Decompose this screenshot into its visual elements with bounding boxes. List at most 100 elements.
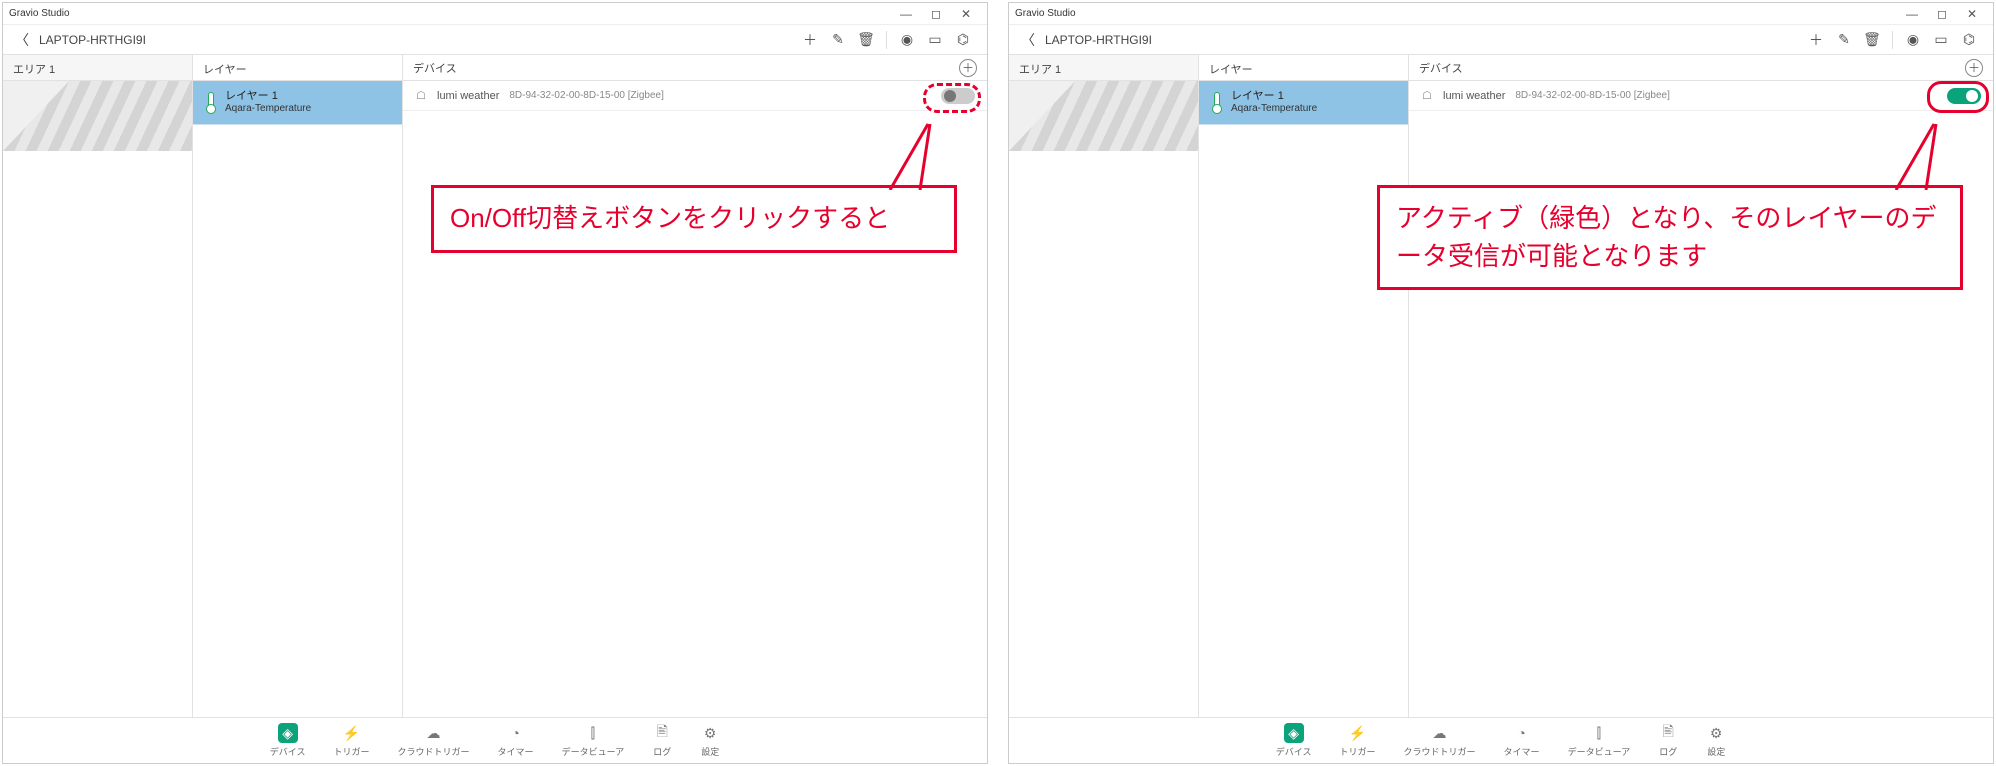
device-nav-icon: ◈: [1284, 723, 1304, 743]
antenna-icon: ☖: [1421, 89, 1433, 102]
edit-icon[interactable]: ✎: [824, 31, 852, 48]
cloud-trigger-nav-icon: ☁: [424, 723, 444, 743]
layer-name: レイヤー 1: [225, 90, 311, 103]
nav-log[interactable]: 🖹ログ: [1658, 723, 1678, 758]
layer-item[interactable]: レイヤー 1 Aqara-Temperature: [193, 81, 402, 125]
annotation-callout-right: アクティブ（緑色）となり、そのレイヤーのデータ受信が可能となります: [1377, 185, 1963, 290]
layer-name: レイヤー 1: [1231, 90, 1317, 103]
device-toggle-on[interactable]: [1947, 88, 1981, 104]
device-row[interactable]: ☖ lumi weather 8D-94-32-02-00-8D-15-00 […: [403, 81, 987, 111]
window-left: Gravio Studio — ◻ ✕ 〈 LAPTOP-HRTHGI9I ＋ …: [2, 2, 988, 764]
nav-device[interactable]: ◈デバイス: [270, 723, 306, 758]
card-icon[interactable]: ▭: [921, 31, 949, 48]
thermometer-icon: [1209, 92, 1223, 114]
nav-timer[interactable]: ◔タイマー: [498, 723, 534, 758]
device-nav-icon: ◈: [278, 723, 298, 743]
area-thumbnail[interactable]: [3, 81, 192, 151]
add-device-icon[interactable]: ＋: [959, 59, 977, 77]
cloud-trigger-nav-icon: ☁: [1430, 723, 1450, 743]
nav-log[interactable]: 🖹ログ: [652, 723, 672, 758]
host-name: LAPTOP-HRTHGI9I: [1045, 33, 1152, 47]
device-mac: 8D-94-32-02-00-8D-15-00 [Zigbee]: [509, 90, 664, 101]
layer-header: レイヤー: [193, 55, 402, 81]
add-icon[interactable]: ＋: [796, 30, 824, 50]
annotation-callout-left: On/Off切替えボタンをクリックすると: [431, 185, 957, 253]
device-mac: 8D-94-32-02-00-8D-15-00 [Zigbee]: [1515, 90, 1670, 101]
trigger-nav-icon: ⚡: [1348, 723, 1368, 743]
device-row[interactable]: ☖ lumi weather 8D-94-32-02-00-8D-15-00 […: [1409, 81, 1993, 111]
nav-trigger[interactable]: ⚡トリガー: [334, 723, 370, 758]
nav-settings[interactable]: ⚙設定: [1706, 723, 1726, 758]
titlebar: Gravio Studio — ◻ ✕: [3, 3, 987, 25]
nav-data-viewer[interactable]: ⫿データビューア: [562, 723, 625, 758]
maximize-button[interactable]: ◻: [1927, 7, 1957, 21]
device-toggle-off[interactable]: [941, 88, 975, 104]
add-device-icon[interactable]: ＋: [1965, 59, 1983, 77]
antenna-icon: ☖: [415, 89, 427, 102]
device-name: lumi weather: [1443, 90, 1505, 102]
log-nav-icon: 🖹: [1658, 723, 1678, 743]
area-header[interactable]: エリア 1: [1009, 55, 1198, 81]
nav-trigger[interactable]: ⚡トリガー: [1340, 723, 1376, 758]
area-column: エリア 1: [3, 55, 193, 717]
toolbar: 〈 LAPTOP-HRTHGI9I ＋ ✎ 🗑 ◉ ▭ ⌬: [1009, 25, 1993, 55]
thermometer-icon: [203, 92, 217, 114]
layer-type: Aqara-Temperature: [1231, 103, 1317, 115]
device-column: デバイス ＋ ☖ lumi weather 8D-94-32-02-00-8D-…: [1409, 55, 1993, 717]
layer-item[interactable]: レイヤー 1 Aqara-Temperature: [1199, 81, 1408, 125]
nav-settings[interactable]: ⚙設定: [700, 723, 720, 758]
app-title: Gravio Studio: [1015, 8, 1076, 19]
device-name: lumi weather: [437, 90, 499, 102]
trigger-nav-icon: ⚡: [342, 723, 362, 743]
camera-icon[interactable]: ◉: [893, 31, 921, 48]
area-column: エリア 1: [1009, 55, 1199, 717]
area-thumbnail[interactable]: [1009, 81, 1198, 151]
minimize-button[interactable]: —: [1897, 7, 1927, 21]
add-icon[interactable]: ＋: [1802, 30, 1830, 50]
nav-device[interactable]: ◈デバイス: [1276, 723, 1312, 758]
timer-nav-icon: ◔: [1512, 723, 1532, 743]
layer-header: レイヤー: [1199, 55, 1408, 81]
maximize-button[interactable]: ◻: [921, 7, 951, 21]
nav-cloud-trigger[interactable]: ☁クラウドトリガー: [398, 723, 470, 758]
minimize-button[interactable]: —: [891, 7, 921, 21]
layer-column: レイヤー レイヤー 1 Aqara-Temperature: [193, 55, 403, 717]
bluetooth-icon[interactable]: ⌬: [949, 31, 977, 48]
back-icon[interactable]: 〈: [1019, 30, 1037, 50]
timer-nav-icon: ◔: [506, 723, 526, 743]
camera-icon[interactable]: ◉: [1899, 31, 1927, 48]
close-button[interactable]: ✕: [951, 7, 981, 21]
host-name: LAPTOP-HRTHGI9I: [39, 33, 146, 47]
device-header: デバイス: [1419, 60, 1463, 76]
delete-icon[interactable]: 🗑: [1858, 31, 1886, 48]
titlebar: Gravio Studio — ◻ ✕: [1009, 3, 1993, 25]
card-icon[interactable]: ▭: [1927, 31, 1955, 48]
area-header[interactable]: エリア 1: [3, 55, 192, 81]
app-title: Gravio Studio: [9, 8, 70, 19]
callout-right-text: アクティブ（緑色）となり、そのレイヤーのデータ受信が可能となります: [1396, 203, 1937, 271]
bluetooth-icon[interactable]: ⌬: [1955, 31, 1983, 48]
gear-icon: ⚙: [1706, 723, 1726, 743]
layer-type: Aqara-Temperature: [225, 103, 311, 115]
back-icon[interactable]: 〈: [13, 30, 31, 50]
log-nav-icon: 🖹: [652, 723, 672, 743]
data-viewer-nav-icon: ⫿: [1589, 723, 1609, 743]
window-right: Gravio Studio — ◻ ✕ 〈 LAPTOP-HRTHGI9I ＋ …: [1008, 2, 1994, 764]
device-header: デバイス: [413, 60, 457, 76]
nav-timer[interactable]: ◔タイマー: [1504, 723, 1540, 758]
bottom-nav: ◈デバイス ⚡トリガー ☁クラウドトリガー ◔タイマー ⫿データビューア 🖹ログ…: [3, 717, 987, 763]
device-column: デバイス ＋ ☖ lumi weather 8D-94-32-02-00-8D-…: [403, 55, 987, 717]
data-viewer-nav-icon: ⫿: [583, 723, 603, 743]
bottom-nav: ◈デバイス ⚡トリガー ☁クラウドトリガー ◔タイマー ⫿データビューア 🖹ログ…: [1009, 717, 1993, 763]
layer-column: レイヤー レイヤー 1 Aqara-Temperature: [1199, 55, 1409, 717]
delete-icon[interactable]: 🗑: [852, 31, 880, 48]
main-columns: エリア 1 レイヤー レイヤー 1 Aqara-Temperature デバイス…: [1009, 55, 1993, 717]
callout-left-text: On/Off切替えボタンをクリックすると: [450, 203, 890, 233]
nav-data-viewer[interactable]: ⫿データビューア: [1568, 723, 1631, 758]
edit-icon[interactable]: ✎: [1830, 31, 1858, 48]
nav-cloud-trigger[interactable]: ☁クラウドトリガー: [1404, 723, 1476, 758]
toolbar: 〈 LAPTOP-HRTHGI9I ＋ ✎ 🗑 ◉ ▭ ⌬: [3, 25, 987, 55]
close-button[interactable]: ✕: [1957, 7, 1987, 21]
main-columns: エリア 1 レイヤー レイヤー 1 Aqara-Temperature デバイス…: [3, 55, 987, 717]
gear-icon: ⚙: [700, 723, 720, 743]
